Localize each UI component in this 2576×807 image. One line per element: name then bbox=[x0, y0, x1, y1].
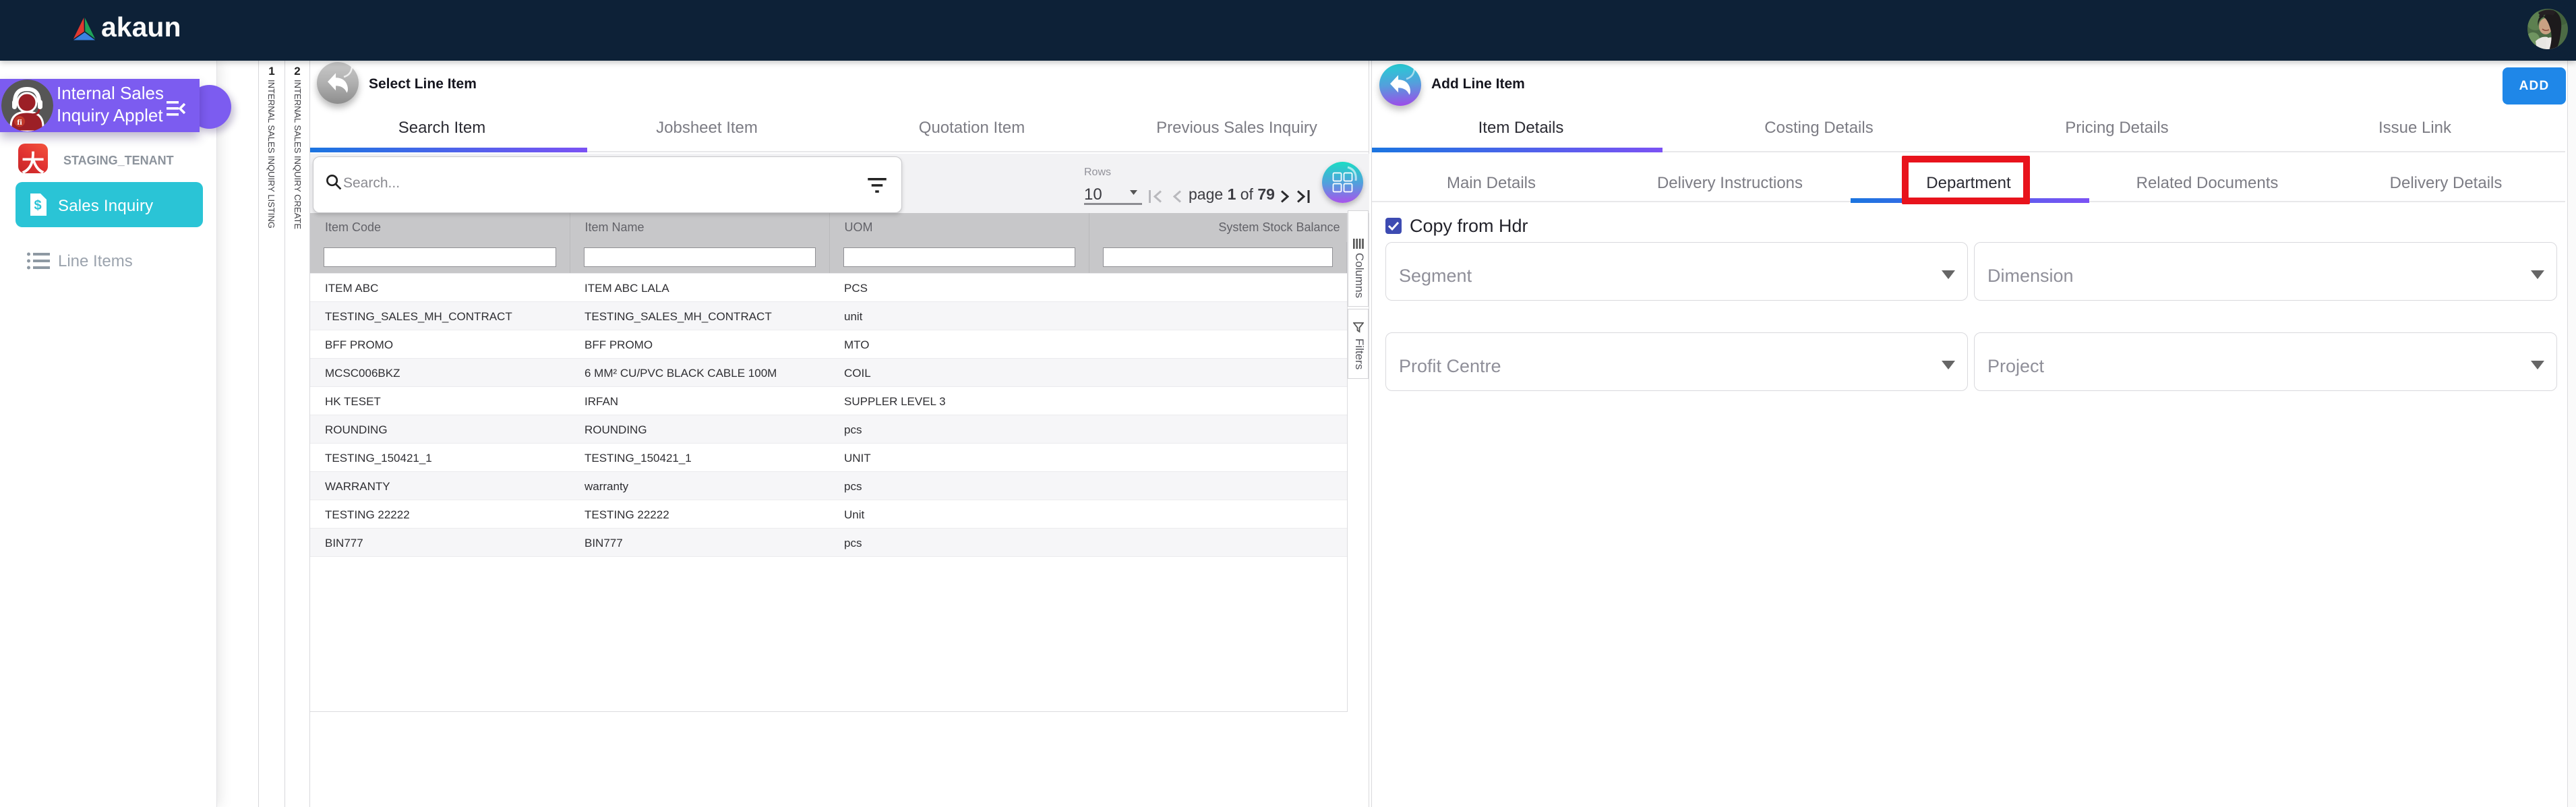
svg-text:fi: fi bbox=[17, 117, 22, 127]
svg-text:$: $ bbox=[34, 198, 41, 213]
